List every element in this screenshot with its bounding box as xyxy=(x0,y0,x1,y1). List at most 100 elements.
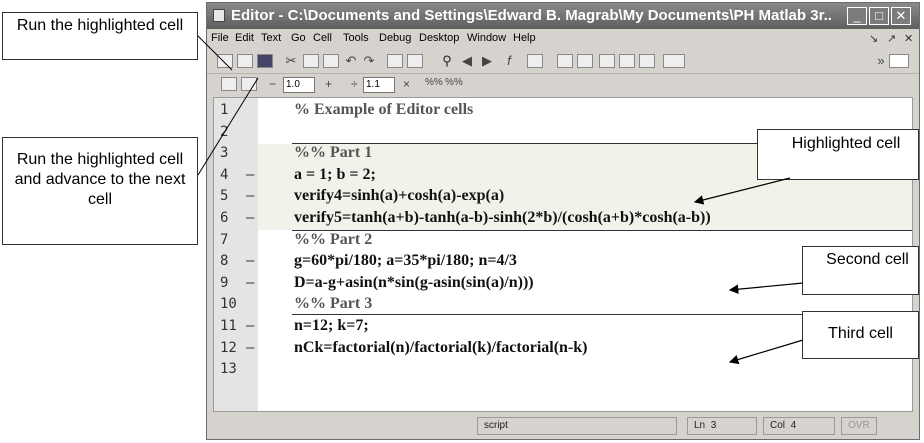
menu-desktop[interactable]: Desktop xyxy=(419,32,459,44)
code-line[interactable]: g=60*pi/180; a=35*pi/180; n=4/3 xyxy=(294,252,517,270)
line-number: 1 xyxy=(220,102,229,118)
divide-value-input[interactable]: 1.1 xyxy=(363,77,395,93)
close-button[interactable]: ✕ xyxy=(891,7,911,25)
decrement-value-input[interactable]: 1.0 xyxy=(283,77,315,93)
menu-file[interactable]: File xyxy=(211,32,229,44)
breakpoint-icon[interactable] xyxy=(557,54,573,68)
line-label: Ln xyxy=(694,420,706,431)
line-number: 10 xyxy=(220,296,237,313)
undo-icon[interactable]: ↶ xyxy=(343,53,359,69)
status-line: Ln 3 xyxy=(687,417,757,435)
layout-icon[interactable] xyxy=(889,54,909,68)
executable-line-marker: – xyxy=(246,188,255,205)
print-icon[interactable] xyxy=(387,54,403,68)
more-icon[interactable]: » xyxy=(873,53,889,69)
menu-window[interactable]: Window xyxy=(467,32,506,44)
code-line[interactable]: a = 1; b = 2; xyxy=(294,166,376,184)
cell-toolbar: − 1.0 + ÷ 1.1 × %% %% xyxy=(207,74,919,96)
dock-icon[interactable]: ↗ xyxy=(887,32,896,45)
menu-cell[interactable]: Cell xyxy=(313,32,332,44)
uncomment-percent-icon[interactable]: %% xyxy=(445,77,463,88)
line-number: 8 xyxy=(220,253,229,270)
increment-button[interactable]: + xyxy=(325,77,332,91)
paste-icon[interactable] xyxy=(323,54,339,68)
run-cell-icon[interactable] xyxy=(221,77,237,91)
divide-button[interactable]: ÷ xyxy=(351,77,358,91)
line-number: 2 xyxy=(220,123,229,140)
redo-icon[interactable]: ↷ xyxy=(361,53,377,69)
status-column: Col 4 xyxy=(763,417,835,435)
stack-dropdown[interactable] xyxy=(663,54,685,68)
save-icon[interactable] xyxy=(257,54,273,68)
function-icon[interactable]: f xyxy=(501,53,517,69)
copy-icon[interactable] xyxy=(303,54,319,68)
undock-icon[interactable]: ↘ xyxy=(869,32,878,45)
code-line[interactable]: % Example of Editor cells xyxy=(294,101,473,119)
line-number: 11 xyxy=(220,318,237,334)
code-line[interactable]: n=12; k=7; xyxy=(294,317,369,335)
editor-window: Editor - C:\Documents and Settings\Edwar… xyxy=(206,2,920,440)
open-file-icon[interactable] xyxy=(237,54,253,68)
line-number: 3 xyxy=(220,145,229,162)
code-line[interactable]: verify4=sinh(a)+cosh(a)-exp(a) xyxy=(294,187,504,205)
decrement-button[interactable]: − xyxy=(269,77,276,91)
comment-percent-icon[interactable]: %% xyxy=(425,77,443,88)
menu-help[interactable]: Help xyxy=(513,32,536,44)
maximize-button[interactable]: □ xyxy=(869,7,889,25)
line-number: 9 xyxy=(220,274,229,291)
column-value: 4 xyxy=(790,420,797,431)
menu-debug[interactable]: Debug xyxy=(379,32,411,44)
code-line[interactable]: verify5=tanh(a+b)-tanh(a-b)-sinh(2*b)/(c… xyxy=(294,209,711,227)
column-label: Col xyxy=(770,420,786,431)
back-icon[interactable]: ◀ xyxy=(459,53,475,69)
callout-run-advance: Run the highlighted cell and advance to … xyxy=(2,137,198,245)
executable-line-marker: – xyxy=(246,253,255,270)
step-in-icon[interactable] xyxy=(619,54,635,68)
cell-divider-3 xyxy=(292,314,812,315)
menu-bar: File Edit Text Go Cell Tools Debug Deskt… xyxy=(207,30,919,48)
window-title: Editor - C:\Documents and Settings\Edwar… xyxy=(231,7,831,24)
find-icon[interactable]: ⚲ xyxy=(439,53,455,69)
step-out-icon[interactable] xyxy=(639,54,655,68)
code-line[interactable]: %% Part 1 xyxy=(294,144,372,162)
executable-line-marker: – xyxy=(246,339,255,356)
callout-highlighted-cell: Highlighted cell xyxy=(757,129,919,180)
cell-divider-2 xyxy=(292,230,912,231)
step-icon[interactable] xyxy=(599,54,615,68)
callout-second-cell: Second cell xyxy=(802,246,919,295)
executable-line-marker: – xyxy=(246,166,255,183)
line-number: 7 xyxy=(220,231,229,248)
title-bar: Editor - C:\Documents and Settings\Edwar… xyxy=(207,3,919,29)
status-bar: script Ln 3 Col 4 OVR xyxy=(207,415,919,437)
main-toolbar: ✂ ↶ ↷ ⚲ ◀ ▶ f » xyxy=(207,49,919,74)
line-number: 13 xyxy=(220,361,237,378)
menu-tools[interactable]: Tools xyxy=(343,32,369,44)
line-number: 12 xyxy=(220,339,237,356)
code-line[interactable]: D=a-g+asin(n*sin(g-asin(sin(a)/n))) xyxy=(294,274,534,292)
line-number: 5 xyxy=(220,188,229,205)
close-doc-icon[interactable]: ✕ xyxy=(904,32,913,45)
executable-line-marker: – xyxy=(246,210,255,226)
code-line[interactable]: nCk=factorial(n)/factorial(k)/factorial(… xyxy=(294,339,588,357)
cell-mode-icon[interactable] xyxy=(407,54,423,68)
minimize-button[interactable]: _ xyxy=(847,7,867,25)
overwrite-indicator: OVR xyxy=(841,417,877,435)
status-mode: script xyxy=(477,417,677,435)
callout-run-cell: Run the highlighted cell xyxy=(2,12,198,60)
executable-line-marker: – xyxy=(246,274,255,291)
clear-breakpoint-icon[interactable] xyxy=(577,54,593,68)
menu-go[interactable]: Go xyxy=(291,32,306,44)
code-line[interactable]: %% Part 3 xyxy=(294,295,372,313)
line-value: 3 xyxy=(710,420,717,431)
multiply-button[interactable]: × xyxy=(403,77,410,91)
cut-icon[interactable]: ✂ xyxy=(283,53,299,69)
menu-text[interactable]: Text xyxy=(261,32,281,44)
executable-line-marker: – xyxy=(246,318,255,334)
stack-icon[interactable] xyxy=(527,54,543,68)
forward-icon[interactable]: ▶ xyxy=(479,53,495,69)
menu-edit[interactable]: Edit xyxy=(235,32,254,44)
code-line[interactable]: %% Part 2 xyxy=(294,231,372,249)
run-advance-icon[interactable] xyxy=(241,77,257,91)
editor-app-icon xyxy=(213,9,225,22)
new-file-icon[interactable] xyxy=(217,54,233,68)
